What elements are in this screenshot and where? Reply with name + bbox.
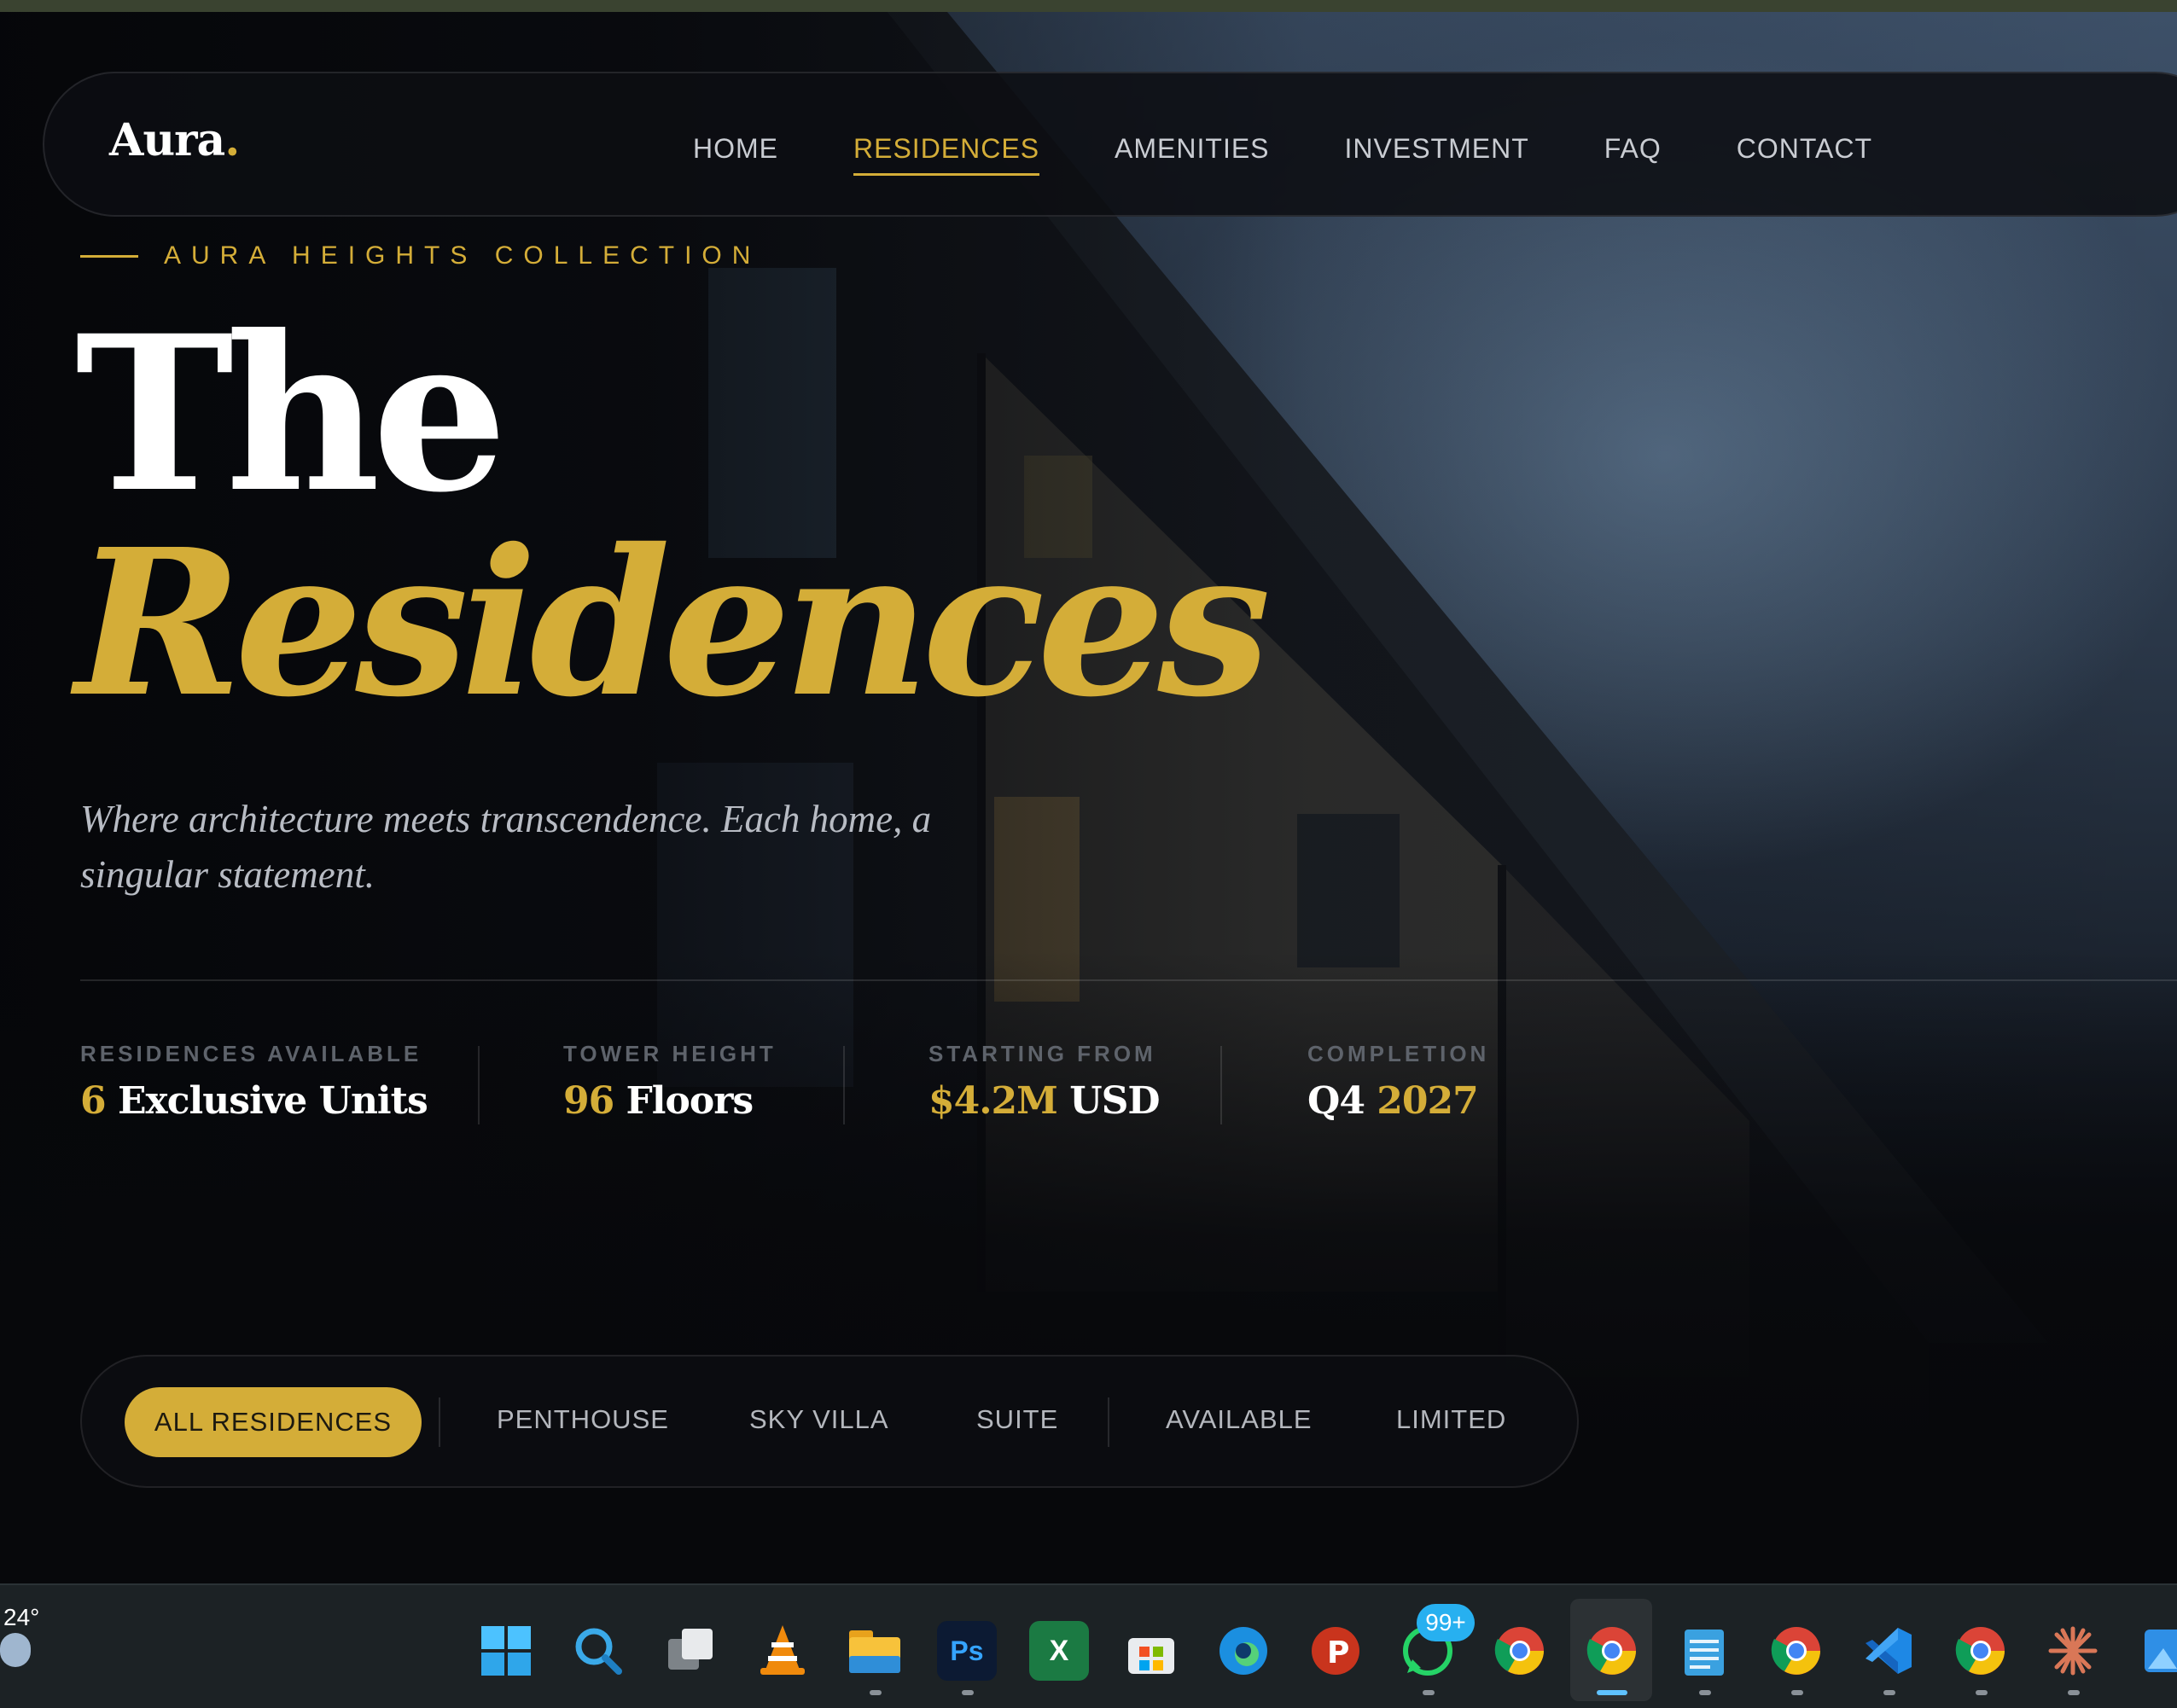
- hero-title-line1: The: [75, 288, 508, 539]
- search-icon[interactable]: [568, 1621, 628, 1681]
- chrome-profile-icon[interactable]: [1767, 1621, 1826, 1681]
- nav-faq-link[interactable]: FAQ: [1604, 133, 1662, 176]
- chrome-active-icon[interactable]: [1582, 1621, 1642, 1681]
- stat-label: COMPLETION: [1307, 1041, 1490, 1066]
- running-indicator: [1976, 1690, 1988, 1695]
- running-indicator: [1597, 1690, 1627, 1695]
- running-indicator: [870, 1690, 882, 1695]
- windows-taskbar: 24° Ps X P 99+: [0, 1583, 2177, 1708]
- weather-widget[interactable]: 24°: [0, 1604, 51, 1672]
- brand-name: Aura: [109, 114, 225, 166]
- vlc-icon[interactable]: [753, 1621, 812, 1681]
- stat-completion: COMPLETION Q4 2027: [1307, 1041, 1489, 1123]
- notepad-icon[interactable]: [1674, 1621, 1734, 1681]
- running-indicator: [1791, 1690, 1803, 1695]
- stat-value: Q4 2027: [1307, 1079, 1489, 1123]
- brand-dot: .: [224, 114, 240, 166]
- filter-separator: [1108, 1397, 1109, 1447]
- stat-separator: [478, 1046, 480, 1124]
- eyebrow-text: AURA HEIGHTS COLLECTION: [164, 241, 761, 270]
- chrome-icon[interactable]: [1490, 1621, 1550, 1681]
- microsoft-store-icon[interactable]: [1121, 1621, 1181, 1681]
- svg-text:P: P: [1327, 1635, 1349, 1670]
- filter-suite-button[interactable]: SUITE: [976, 1404, 1058, 1435]
- stat-value-highlight: 6: [80, 1079, 107, 1123]
- nav-links: HOME RESIDENCES AMENITIES INVESTMENT FAQ…: [693, 133, 1947, 176]
- hero-tagline: Where architecture meets transcendence. …: [80, 798, 932, 896]
- nav-residences-link[interactable]: RESIDENCES: [853, 133, 1040, 176]
- stat-value-highlight: 96: [563, 1079, 614, 1123]
- weather-temp: 24°: [3, 1604, 40, 1630]
- stat-value-rest: Floors: [614, 1079, 754, 1123]
- filter-limited-button[interactable]: LIMITED: [1396, 1404, 1506, 1435]
- stat-value: $4.2M USD: [928, 1079, 1160, 1123]
- stat-separator: [1220, 1046, 1222, 1124]
- stat-tower-height: TOWER HEIGHT 96 Floors: [563, 1041, 777, 1123]
- residence-filter-bar: ALL RESIDENCES PENTHOUSE SKY VILLA SUITE…: [80, 1355, 1579, 1488]
- photoshop-icon[interactable]: Ps: [937, 1621, 997, 1681]
- window-top-strip: [0, 0, 2177, 12]
- running-indicator: [1699, 1690, 1711, 1695]
- stat-value-highlight: $4.2M: [928, 1079, 1058, 1123]
- chrome-icon-2[interactable]: [1951, 1621, 2011, 1681]
- stat-value: 96 Floors: [563, 1079, 777, 1123]
- task-view-icon[interactable]: [661, 1621, 720, 1681]
- weather-cloud-icon: [0, 1633, 31, 1667]
- nav-investment-link[interactable]: INVESTMENT: [1345, 133, 1529, 176]
- excel-icon[interactable]: X: [1029, 1621, 1089, 1681]
- running-indicator: [1883, 1690, 1895, 1695]
- brand-logo[interactable]: Aura.: [109, 114, 240, 166]
- hero-title-line2: Residences: [75, 504, 1271, 741]
- stat-separator: [843, 1046, 845, 1124]
- stat-value-highlight: 2027: [1377, 1079, 1478, 1123]
- edge-icon[interactable]: [1214, 1621, 1273, 1681]
- filter-penthouse-button[interactable]: PENTHOUSE: [497, 1404, 669, 1435]
- nav-amenities-link[interactable]: AMENITIES: [1115, 133, 1269, 176]
- photos-icon[interactable]: [2135, 1621, 2177, 1681]
- filter-sky-villa-button[interactable]: SKY VILLA: [749, 1404, 889, 1435]
- eyebrow-line: [80, 254, 138, 258]
- whatsapp-badge: 99+: [1417, 1604, 1475, 1641]
- running-indicator: [962, 1690, 974, 1695]
- stat-label: TOWER HEIGHT: [563, 1041, 777, 1066]
- filter-all-residences-button[interactable]: ALL RESIDENCES: [125, 1387, 422, 1457]
- running-indicator: [2068, 1690, 2080, 1695]
- stat-value-rest: USD: [1056, 1079, 1160, 1123]
- file-explorer-icon[interactable]: [845, 1621, 905, 1681]
- p-app-icon[interactable]: P: [1306, 1621, 1365, 1681]
- filter-separator: [439, 1397, 440, 1447]
- stat-value: 6 Exclusive Units: [80, 1079, 428, 1123]
- stat-value-rest: Exclusive Units: [105, 1079, 428, 1123]
- claude-icon[interactable]: [2043, 1621, 2103, 1681]
- windows-start-icon[interactable]: [476, 1621, 536, 1681]
- hero-eyebrow: AURA HEIGHTS COLLECTION: [80, 241, 760, 270]
- hero-divider: [80, 979, 2177, 981]
- nav-contact-link[interactable]: CONTACT: [1737, 133, 1872, 176]
- stat-starting-from: STARTING FROM $4.2M USD: [928, 1041, 1160, 1123]
- running-indicator: [1423, 1690, 1435, 1695]
- stat-label: RESIDENCES AVAILABLE: [80, 1041, 422, 1066]
- stat-residences-available: RESIDENCES AVAILABLE 6 Exclusive Units: [80, 1041, 428, 1123]
- nav-home-link[interactable]: HOME: [693, 133, 778, 176]
- vscode-icon[interactable]: [1859, 1621, 1918, 1681]
- stat-value-rest: Q4: [1307, 1079, 1377, 1123]
- top-navbar: Aura. HOME RESIDENCES AMENITIES INVESTME…: [43, 72, 2177, 217]
- stat-label: STARTING FROM: [928, 1041, 1156, 1066]
- filter-available-button[interactable]: AVAILABLE: [1166, 1404, 1313, 1435]
